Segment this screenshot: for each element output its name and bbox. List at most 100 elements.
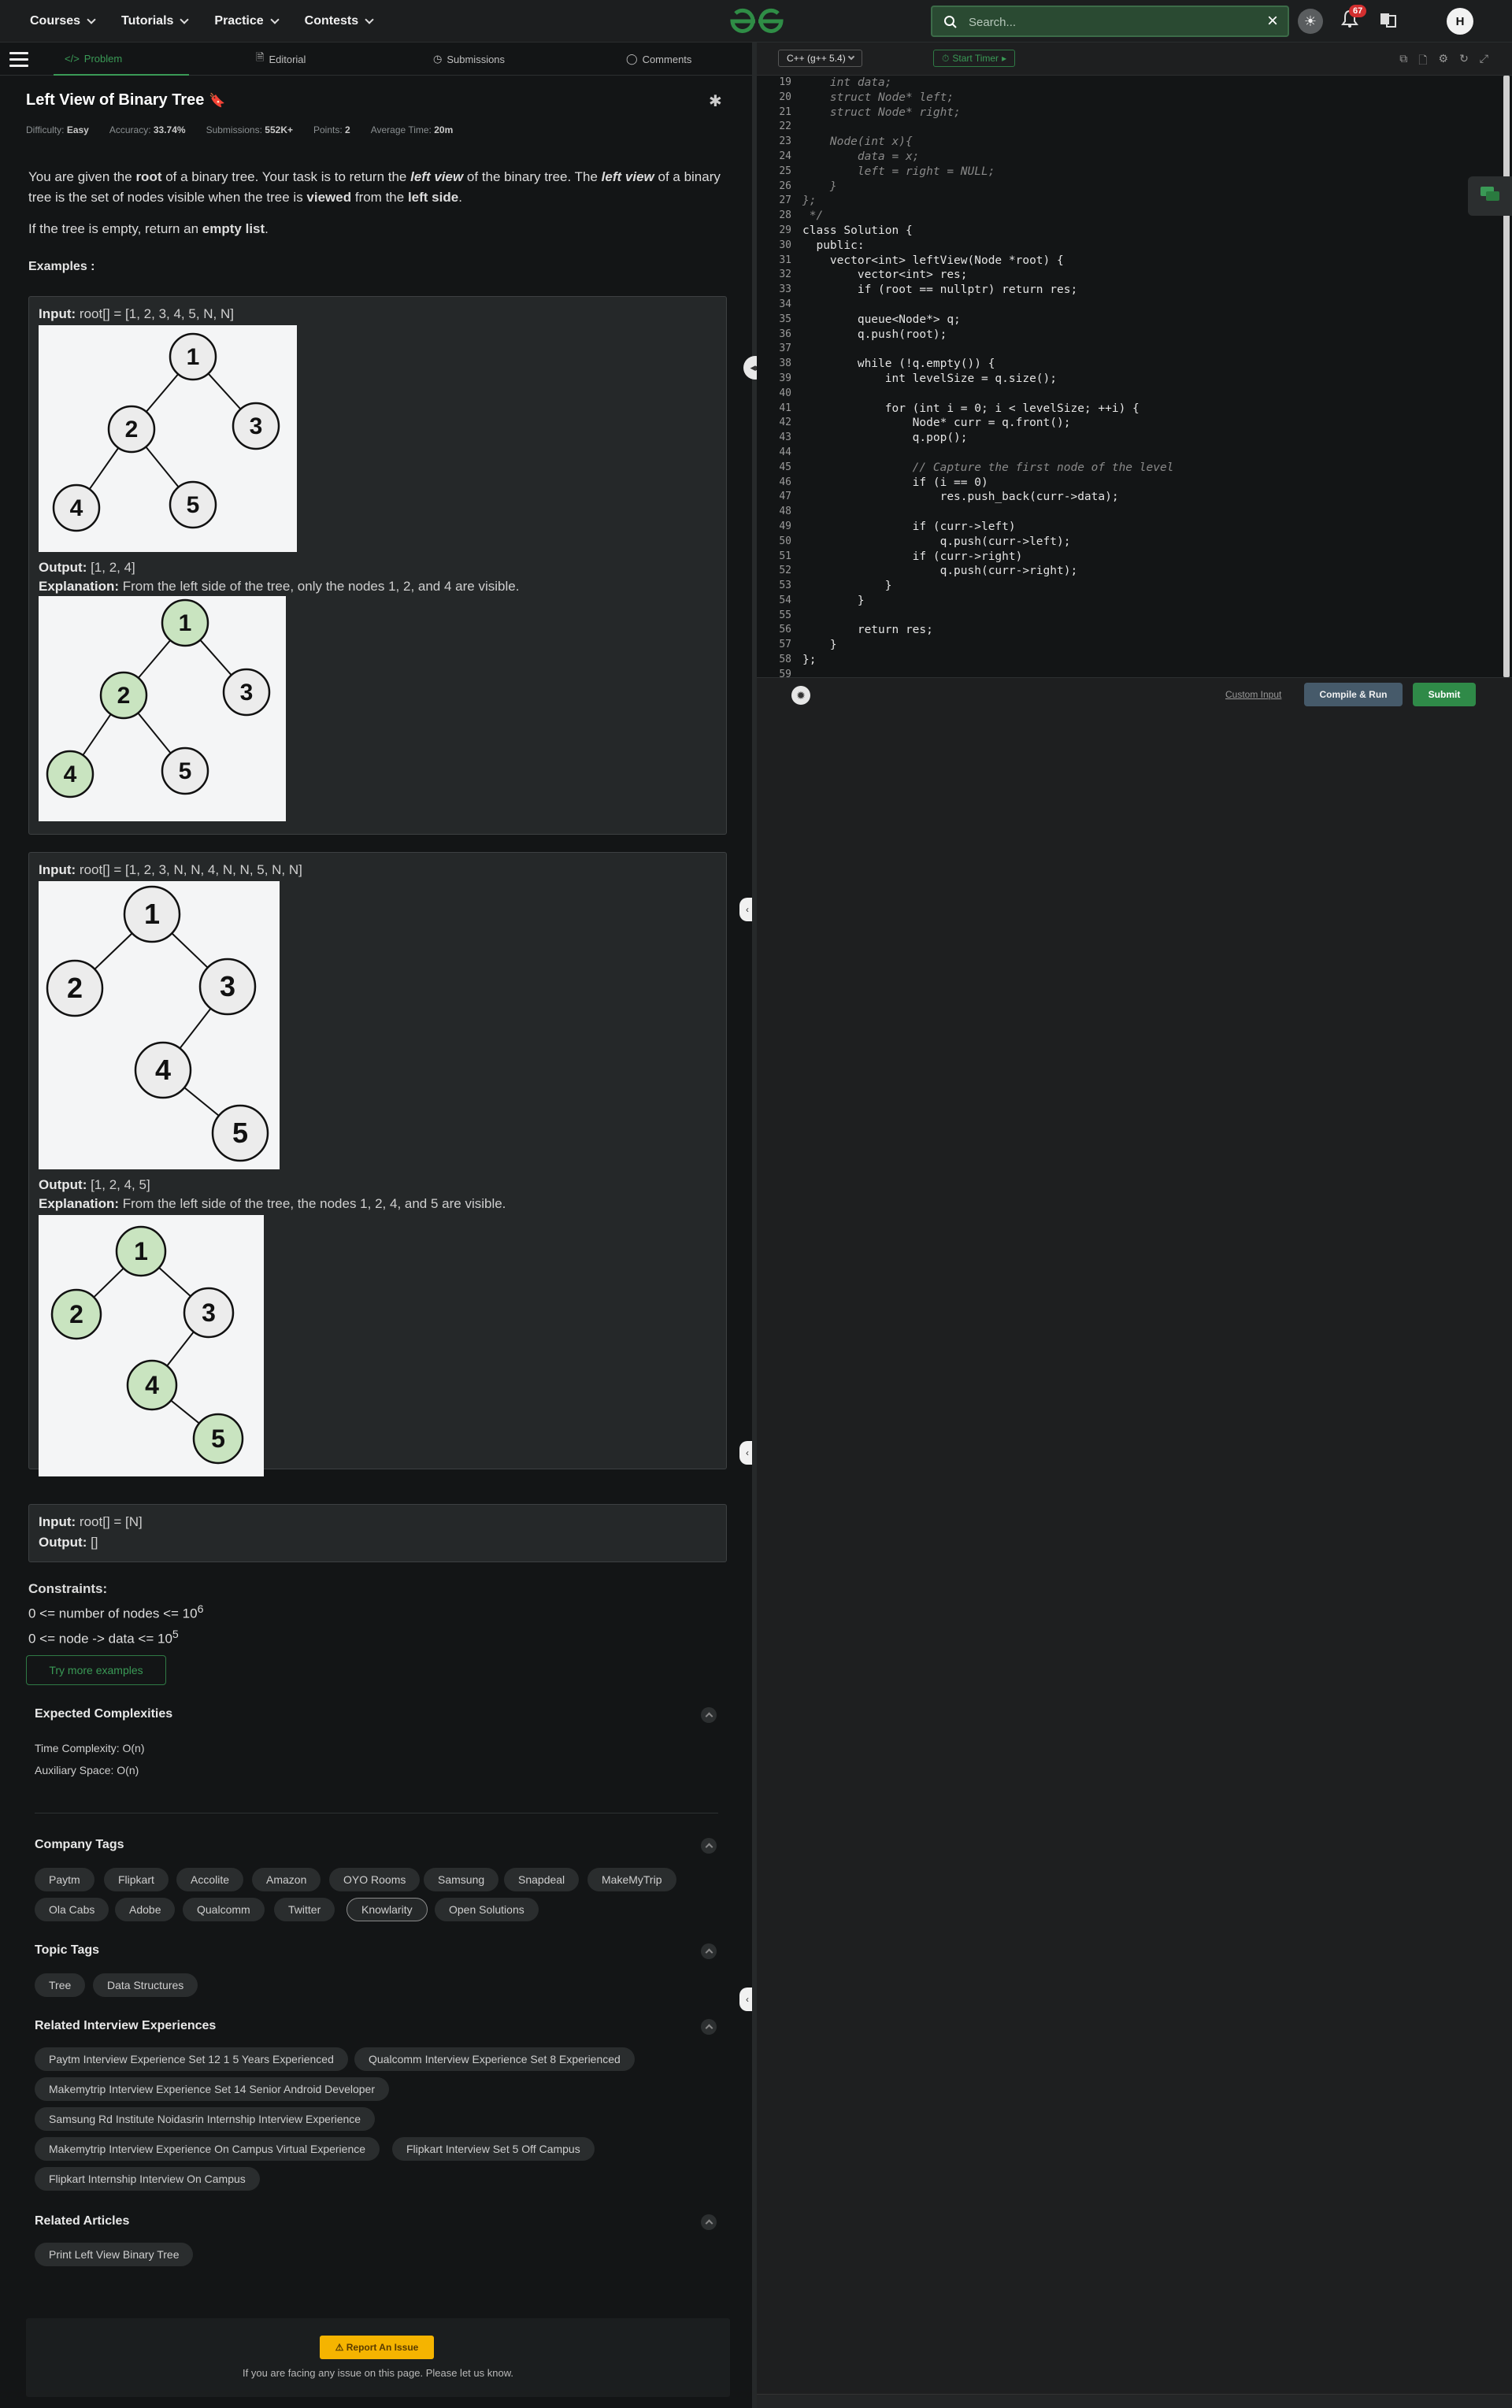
code-line[interactable]: return res; — [802, 623, 1173, 638]
bookmark-icon[interactable]: 🔖 — [209, 93, 225, 108]
company-tag[interactable]: Samsung — [424, 1868, 499, 1891]
complexities-heading[interactable]: Expected Complexities — [35, 1707, 172, 1721]
code-line[interactable] — [802, 609, 1173, 624]
code-line[interactable]: class Solution { — [802, 224, 1173, 239]
company-tag[interactable]: Twitter — [274, 1898, 335, 1921]
interview-link[interactable]: Flipkart Internship Interview On Campus — [35, 2167, 260, 2191]
custom-input-link[interactable]: Custom Input — [1225, 689, 1281, 700]
code-line[interactable]: } — [802, 594, 1173, 609]
code-line[interactable]: vector<int> leftView(Node *root) { — [802, 254, 1173, 269]
topic-tag[interactable]: Data Structures — [93, 1973, 198, 1997]
avatar[interactable]: H — [1447, 8, 1473, 35]
submit-button[interactable]: Submit — [1413, 683, 1476, 706]
interview-link[interactable]: Samsung Rd Institute Noidasrin Internshi… — [35, 2107, 376, 2131]
translate-icon[interactable] — [1380, 11, 1397, 32]
nav-tutorials[interactable]: Tutorials — [121, 14, 190, 28]
code-line[interactable] — [802, 298, 1173, 313]
code-line[interactable]: if (curr->right) — [802, 550, 1173, 565]
search-input[interactable]: Search... — [969, 16, 1016, 29]
code-line[interactable]: } — [802, 579, 1173, 594]
nav-practice[interactable]: Practice — [214, 14, 280, 28]
close-icon[interactable]: × — [1267, 12, 1278, 31]
company-tag[interactable]: MakeMyTrip — [587, 1868, 676, 1891]
bug-icon[interactable]: ✱ — [709, 91, 722, 111]
settings-icon[interactable]: ⚙ — [1439, 52, 1449, 71]
interview-link[interactable]: Paytm Interview Experience Set 12 1 5 Ye… — [35, 2047, 348, 2071]
company-tag[interactable]: Qualcomm — [183, 1898, 265, 1921]
tab-submissions[interactable]: ◷ Submissions — [433, 43, 505, 76]
try-more-examples-button[interactable]: Try more examples — [26, 1655, 166, 1685]
chevron-up-icon[interactable] — [701, 1707, 717, 1723]
lightbulb-icon[interactable]: ✹ — [791, 686, 810, 705]
code-line[interactable] — [802, 387, 1173, 402]
nav-contests[interactable]: Contests — [305, 14, 374, 28]
gfg-logo[interactable] — [729, 7, 784, 39]
code-line[interactable] — [802, 446, 1173, 461]
code-line[interactable]: if (root == nullptr) return res; — [802, 283, 1173, 298]
code-line[interactable]: struct Node* right; — [802, 106, 1173, 120]
code-line[interactable]: left = right = NULL; — [802, 165, 1173, 180]
code-line[interactable]: */ — [802, 209, 1173, 224]
code-line[interactable]: int data; — [802, 76, 1173, 91]
code-line[interactable]: if (curr->left) — [802, 520, 1173, 535]
company-tag[interactable]: Paytm — [35, 1868, 94, 1891]
code-line[interactable]: }; — [802, 194, 1173, 209]
company-tag-selected[interactable]: Knowlarity — [346, 1898, 428, 1921]
chevron-up-icon[interactable] — [701, 2214, 717, 2230]
chevron-up-icon[interactable] — [701, 2019, 717, 2035]
report-issue-button[interactable]: ⚠ Report An Issue — [320, 2336, 434, 2359]
company-tag[interactable]: Ola Cabs — [35, 1898, 109, 1921]
scrollbar-thumb[interactable] — [1503, 76, 1510, 677]
fullscreen-icon[interactable]: ⤢ — [1480, 52, 1488, 71]
code-line[interactable]: if (i == 0) — [802, 476, 1173, 491]
code-line[interactable]: // Capture the first node of the level — [802, 461, 1174, 476]
company-tag[interactable]: Adobe — [115, 1898, 176, 1921]
tab-comments[interactable]: ◯ Comments — [626, 43, 691, 76]
editor-scrollbar[interactable] — [1503, 76, 1510, 677]
code-line[interactable] — [802, 120, 1173, 135]
tab-editorial[interactable]: 🗎 Editorial — [256, 43, 306, 76]
code-line[interactable]: q.push(curr->left); — [802, 535, 1173, 550]
interview-link[interactable]: Qualcomm Interview Experience Set 8 Expe… — [354, 2047, 635, 2071]
start-timer-button[interactable]: ⏱ Start Timer ▸ — [933, 50, 1016, 67]
interview-link[interactable]: Flipkart Interview Set 5 Off Campus — [392, 2137, 595, 2161]
code-line[interactable]: queue<Node*> q; — [802, 313, 1173, 328]
chevron-up-icon[interactable] — [701, 1838, 717, 1854]
chevron-up-icon[interactable] — [701, 1943, 717, 1959]
company-tag[interactable]: Snapdeal — [504, 1868, 580, 1891]
topic-tag[interactable]: Tree — [35, 1973, 86, 1997]
chat-button[interactable] — [1468, 176, 1512, 216]
company-tags-heading[interactable]: Company Tags — [35, 1838, 124, 1852]
interview-experiences-heading[interactable]: Related Interview Experiences — [35, 2019, 216, 2033]
code-line[interactable]: data = x; — [802, 150, 1173, 165]
search-bar[interactable]: Search... × — [931, 6, 1289, 37]
code-line[interactable]: struct Node* left; — [802, 91, 1173, 106]
code-line[interactable] — [802, 505, 1173, 520]
code-line[interactable]: for (int i = 0; i < levelSize; ++i) { — [802, 402, 1173, 417]
company-tag[interactable]: Accolite — [176, 1868, 244, 1891]
file-icon[interactable]: 🗋 — [1418, 52, 1427, 71]
code-editor[interactable]: 19 20 21 22 23 24 25 26 27 28 29 30 31 32 33 34 35 36 37 38… — [757, 76, 1512, 680]
reset-icon[interactable]: ↻ — [1459, 52, 1469, 71]
interview-link[interactable]: Makemytrip Interview Experience Set 14 S… — [35, 2077, 389, 2101]
code-line[interactable]: }; — [802, 653, 1173, 668]
company-tag[interactable]: OYO Rooms — [329, 1868, 421, 1891]
company-tag[interactable]: Flipkart — [104, 1868, 169, 1891]
nav-courses[interactable]: Courses — [30, 14, 96, 28]
code-line[interactable]: } — [802, 180, 1173, 194]
company-tag[interactable]: Open Solutions — [435, 1898, 539, 1921]
tab-problem[interactable]: </> Problem — [54, 43, 189, 76]
code-line[interactable]: Node* curr = q.front(); — [802, 416, 1173, 431]
code-line[interactable]: while (!q.empty()) { — [802, 357, 1173, 372]
article-link[interactable]: Print Left View Binary Tree — [35, 2243, 194, 2266]
theme-toggle-icon[interactable]: ☀ — [1298, 9, 1323, 34]
topic-tags-heading[interactable]: Topic Tags — [35, 1943, 99, 1958]
code-line[interactable]: q.pop(); — [802, 431, 1173, 446]
code-line[interactable]: int levelSize = q.size(); — [802, 372, 1173, 387]
code-line[interactable]: res.push_back(curr->data); — [802, 490, 1173, 505]
related-articles-heading[interactable]: Related Articles — [35, 2214, 129, 2228]
menu-icon[interactable] — [9, 52, 28, 71]
code-line[interactable] — [802, 342, 1173, 357]
interview-link[interactable]: Makemytrip Interview Experience On Campu… — [35, 2137, 380, 2161]
code-line[interactable]: } — [802, 638, 1173, 653]
